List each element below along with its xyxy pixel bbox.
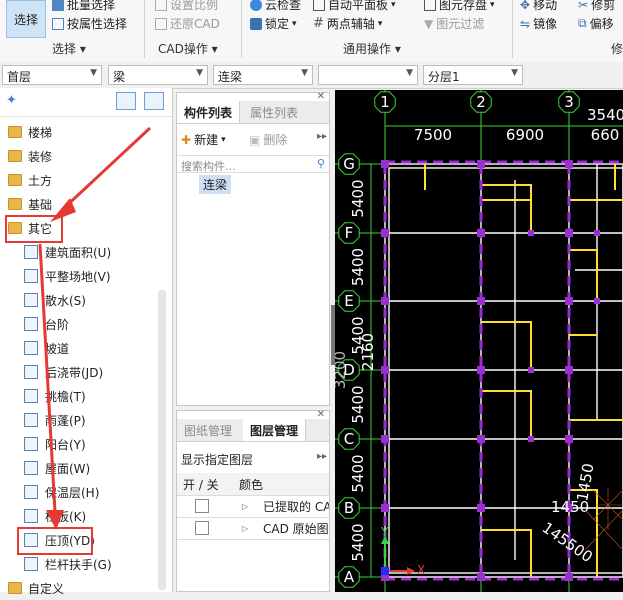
highlight-box-pressing-top bbox=[17, 527, 93, 555]
annotation-overlay bbox=[5, 126, 152, 555]
annotation-arrow bbox=[60, 126, 152, 212]
annotation-arrow bbox=[38, 243, 57, 513]
